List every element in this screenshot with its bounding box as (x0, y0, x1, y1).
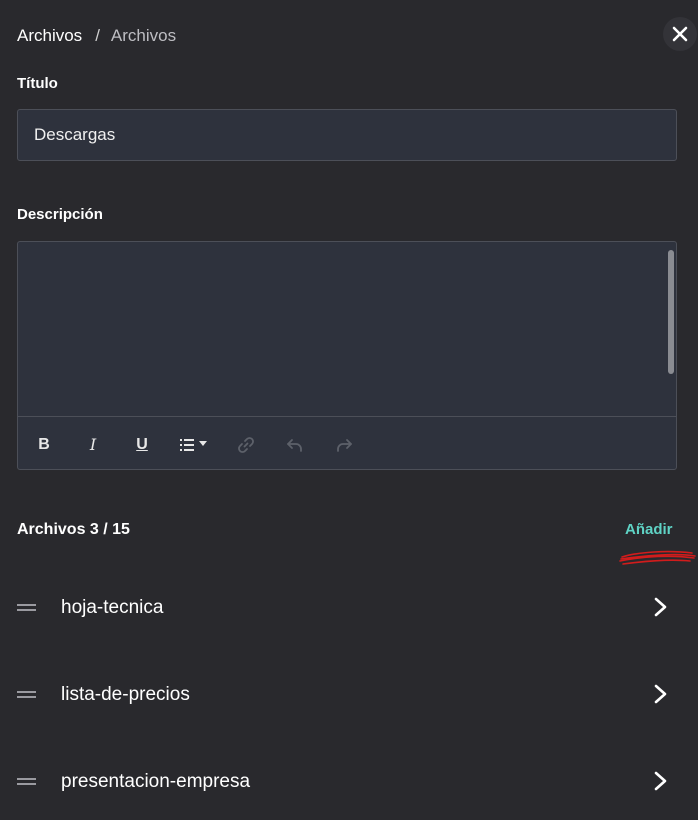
chevron-right-icon (654, 684, 667, 704)
annotation-scribble (619, 550, 696, 565)
bold-button[interactable]: B (32, 433, 56, 457)
redo-icon (337, 438, 352, 452)
title-input[interactable] (17, 109, 677, 161)
drag-handle-icon[interactable] (17, 691, 36, 698)
editor-toolbar: B I U (18, 418, 676, 469)
file-name: lista-de-precios (61, 684, 190, 705)
italic-icon: I (89, 435, 97, 454)
close-button[interactable] (663, 17, 697, 51)
link-icon (238, 436, 254, 453)
description-label: Descripción (17, 206, 103, 223)
list-icon (180, 438, 207, 451)
breadcrumb-root[interactable]: Archivos (17, 26, 82, 46)
chevron-right-icon (654, 597, 667, 617)
link-button[interactable] (234, 433, 258, 457)
file-name: hoja-tecnica (61, 597, 164, 618)
drag-handle-icon[interactable] (17, 778, 36, 785)
editor-scrollbar[interactable] (668, 250, 674, 374)
breadcrumb-separator: / (95, 26, 100, 45)
files-heading: Archivos 3 / 15 (17, 521, 130, 538)
italic-button[interactable]: I (81, 433, 105, 457)
undo-icon (287, 438, 302, 452)
breadcrumb-current: Archivos (110, 26, 177, 45)
file-name: presentacion-empresa (61, 771, 251, 792)
chevron-right-icon (654, 771, 667, 791)
description-text-area[interactable] (18, 242, 676, 417)
file-row[interactable]: lista-de-precios (0, 665, 698, 725)
close-icon (672, 26, 688, 42)
list-dropdown-button[interactable] (179, 433, 213, 457)
undo-button[interactable] (283, 433, 307, 457)
file-row[interactable]: presentacion-empresa (0, 752, 698, 812)
title-label: Título (17, 75, 58, 92)
add-file-button[interactable]: Añadir (625, 521, 673, 538)
description-editor: B I U (17, 241, 677, 470)
redo-button[interactable] (332, 433, 356, 457)
file-row[interactable]: hoja-tecnica (0, 578, 698, 638)
underline-icon: U (136, 435, 148, 453)
underline-button[interactable]: U (130, 433, 154, 457)
breadcrumb: Archivos / Archivos (17, 26, 176, 46)
bold-icon: B (38, 435, 50, 453)
drag-handle-icon[interactable] (17, 604, 36, 611)
